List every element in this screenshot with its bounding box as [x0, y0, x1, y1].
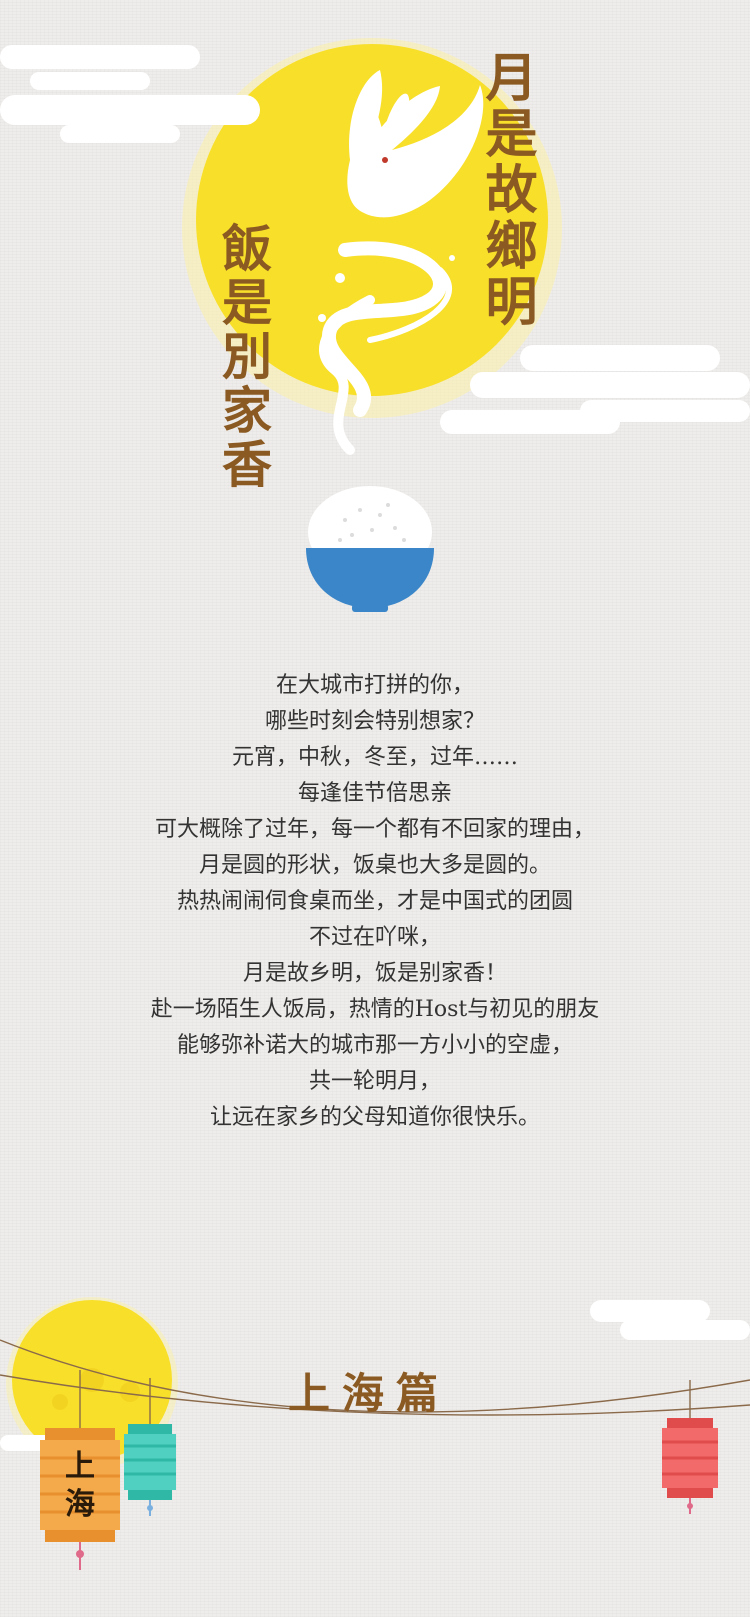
title-rice-fragrance: 飯是別家香	[214, 222, 273, 492]
poem-line: 让远在家乡的父母知道你很快乐。	[209, 1105, 540, 1130]
poem-line: 热热闹闹伺食桌而坐，才是中国式的团圆	[176, 889, 573, 914]
poem-line: 元宵，中秋，冬至，过年……	[231, 745, 518, 770]
cloud-bottom-right	[590, 1300, 750, 1340]
poem-line: 可大概除了过年，每一个都有不回家的理由，	[154, 817, 595, 842]
page-background: 月是故鄉明 飯是別家香 在大城市打拼的你， 哪些时刻会特别想家？ 元宵，中秋，冬…	[0, 0, 750, 1617]
section-title-shanghai: 上海篇	[288, 1369, 451, 1418]
lantern-label-shang: 上	[65, 1449, 95, 1484]
poem-line: 能够弥补诺大的城市那一方小小的空虚，	[176, 1033, 573, 1058]
poem-line: 月是故乡明，饭是别家香！	[242, 961, 507, 986]
poem-text: 在大城市打拼的你， 哪些时刻会特别想家？ 元宵，中秋，冬至，过年…… 每逢佳节倍…	[0, 668, 750, 1136]
lantern-scene	[0, 1297, 750, 1570]
poem-line: 赴一场陌生人饭局，热情的Host与初见的朋友	[150, 997, 600, 1022]
title-moon-hometown: 月是故鄉明	[476, 50, 537, 330]
poem-line: 月是圆的形状，饭桌也大多是圆的。	[198, 853, 551, 878]
lantern-red	[662, 1380, 718, 1514]
poem-line: 在大城市打拼的你，	[275, 673, 474, 698]
lantern-label-hai: 海	[65, 1487, 95, 1522]
poem-line: 哪些时刻会特别想家？	[264, 709, 485, 734]
poem-line: 共一轮明月，	[308, 1069, 441, 1094]
rice-bowl-icon	[306, 486, 434, 612]
poem-line: 每逢佳节倍思亲	[297, 781, 452, 806]
poem-line: 不过在吖咪，	[308, 925, 441, 950]
moon-illustration	[0, 38, 750, 612]
